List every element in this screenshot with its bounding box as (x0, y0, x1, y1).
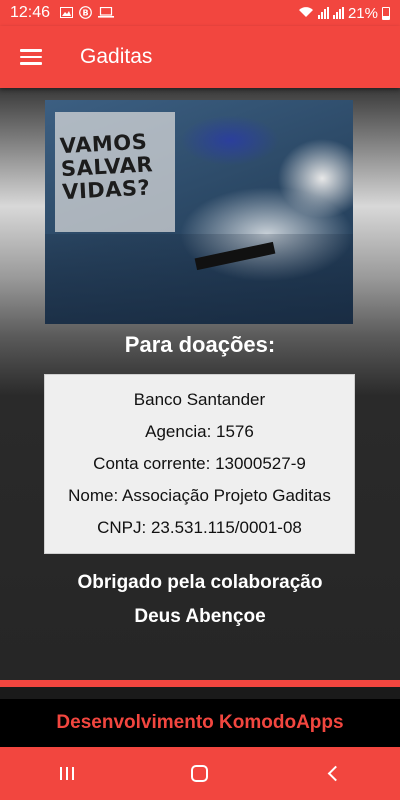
back-button[interactable] (303, 747, 363, 800)
recents-icon (59, 767, 74, 780)
accent-stripe (0, 680, 400, 687)
battery-icon (382, 6, 390, 20)
cnpj: CNPJ: 23.531.115/0001-08 (97, 518, 302, 537)
status-bar: 12:46 B 21% (0, 0, 400, 26)
footer: Desenvolvimento KomodoApps (0, 699, 400, 747)
system-nav-bar (0, 747, 400, 800)
bank-account: Conta corrente: 13000527-9 (93, 454, 306, 473)
b-badge-icon: B (79, 5, 92, 21)
back-icon (327, 765, 344, 782)
recents-button[interactable] (37, 747, 97, 800)
banner-image: VAMOS SALVAR VIDAS? (45, 100, 353, 324)
bank-name: Banco Santander (133, 390, 266, 409)
blessing-message: Deus Abençoe (134, 606, 266, 627)
status-time: 12:46 (10, 4, 51, 21)
thanks-message: Obrigado pela colaboração (77, 572, 323, 593)
bank-info-card: Banco Santander Agencia: 1576 Conta corr… (44, 374, 355, 554)
divider (0, 687, 400, 699)
home-button[interactable] (170, 747, 230, 800)
status-right: 21% (298, 5, 390, 22)
signal-icon (317, 7, 329, 19)
developer-credit: Desenvolvimento KomodoApps (56, 712, 344, 733)
laptop-icon (98, 6, 115, 20)
account-holder-name: Nome: Associação Projeto Gaditas (68, 486, 331, 505)
battery-percent: 21% (347, 4, 378, 22)
svg-text:B: B (82, 8, 88, 17)
app-bar: Gaditas (0, 26, 400, 88)
donation-heading: Para doações: (124, 332, 276, 357)
banner-text: VAMOS SALVAR VIDAS? (59, 129, 154, 205)
home-icon (191, 765, 209, 782)
hamburger-menu-icon[interactable] (0, 26, 62, 88)
app-title: Gaditas (80, 45, 153, 68)
banner-mat (45, 234, 353, 324)
status-left: 12:46 B (10, 4, 115, 22)
bank-agency: Agencia: 1576 (145, 422, 254, 441)
main-content: VAMOS SALVAR VIDAS? Para doações: Banco … (0, 88, 400, 680)
image-icon (60, 6, 74, 20)
wifi-icon (298, 6, 314, 20)
signal-icon-2 (332, 7, 344, 19)
